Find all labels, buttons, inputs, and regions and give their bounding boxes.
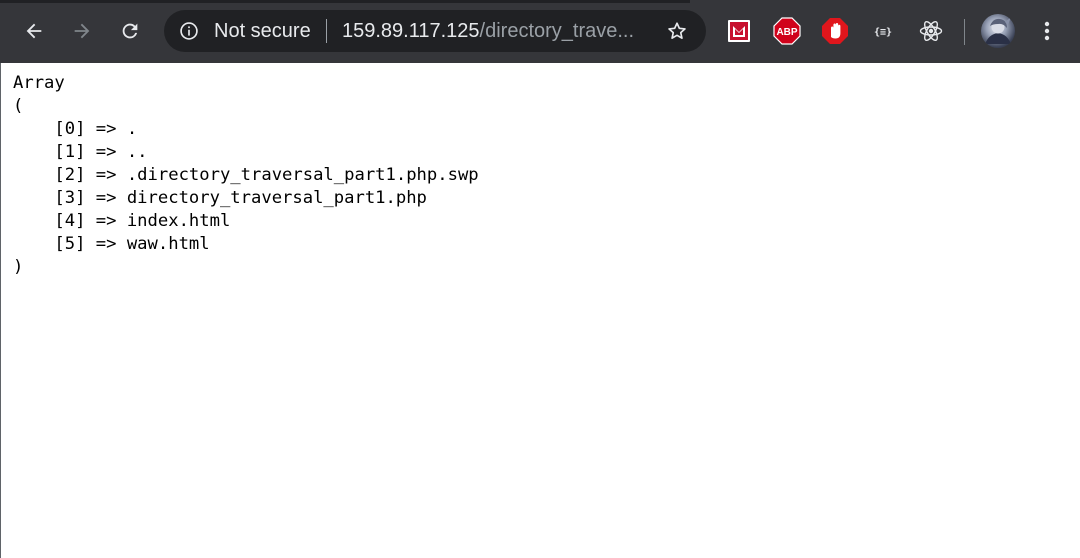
omnibox-divider <box>326 19 327 43</box>
toolbar-divider <box>964 19 965 45</box>
mcafee-extension-button[interactable] <box>725 17 753 45</box>
adblock-plus-icon: ABP <box>773 17 801 45</box>
adblock-plus-text: ABP <box>776 27 797 38</box>
output-line: [1] => .. <box>13 142 148 162</box>
back-arrow-icon <box>26 23 42 39</box>
adblock-hand-icon <box>822 18 848 44</box>
url-text[interactable]: 159.89.117.125/directory_trave... <box>342 20 634 42</box>
menu-button[interactable] <box>1034 17 1060 45</box>
address-bar[interactable]: Not secure 159.89.117.125/directory_trav… <box>164 10 706 52</box>
reload-button[interactable] <box>114 15 146 47</box>
mcafee-extension-icon <box>728 20 750 42</box>
json-formatter-button[interactable]: {≡} <box>869 17 897 45</box>
adblock-hand-button[interactable] <box>821 17 849 45</box>
output-line: Array <box>13 73 65 93</box>
output-line: [5] => waw.html <box>13 234 210 254</box>
back-button[interactable] <box>18 15 50 47</box>
output-line: [2] => .directory_traversal_part1.php.sw… <box>13 165 479 185</box>
forward-button[interactable] <box>66 15 98 47</box>
adblock-plus-button[interactable]: ABP <box>773 17 801 45</box>
url-host: 159.89.117.125 <box>342 20 480 42</box>
json-formatter-text: {≡} <box>874 27 892 38</box>
security-status-label[interactable]: Not secure <box>214 20 311 42</box>
output-line: [4] => index.html <box>13 211 231 231</box>
profile-avatar-icon <box>985 17 1011 44</box>
browser-toolbar: Not secure 159.89.117.125/directory_trav… <box>0 0 1080 63</box>
page-content: Array ( [0] => . [1] => .. [2] => .direct… <box>0 63 1080 558</box>
react-devtools-icon <box>919 20 943 42</box>
kebab-menu-icon <box>1044 21 1050 41</box>
info-icon[interactable] <box>179 21 199 41</box>
forward-arrow-icon <box>74 23 90 39</box>
profile-avatar[interactable] <box>981 14 1015 48</box>
json-formatter-icon: {≡} <box>874 27 892 38</box>
url-path: /directory_trave... <box>479 20 635 42</box>
tab-strip-edge-right <box>690 0 1080 3</box>
star-icon[interactable] <box>666 20 688 42</box>
react-devtools-button[interactable] <box>917 17 945 45</box>
php-array-output: Array ( [0] => . [1] => .. [2] => .direct… <box>13 72 479 279</box>
reload-icon <box>122 23 138 39</box>
output-line: ( <box>13 96 24 116</box>
output-line: [0] => . <box>13 119 138 139</box>
output-line: ) <box>13 257 24 277</box>
output-line: [3] => directory_traversal_part1.php <box>13 188 427 208</box>
